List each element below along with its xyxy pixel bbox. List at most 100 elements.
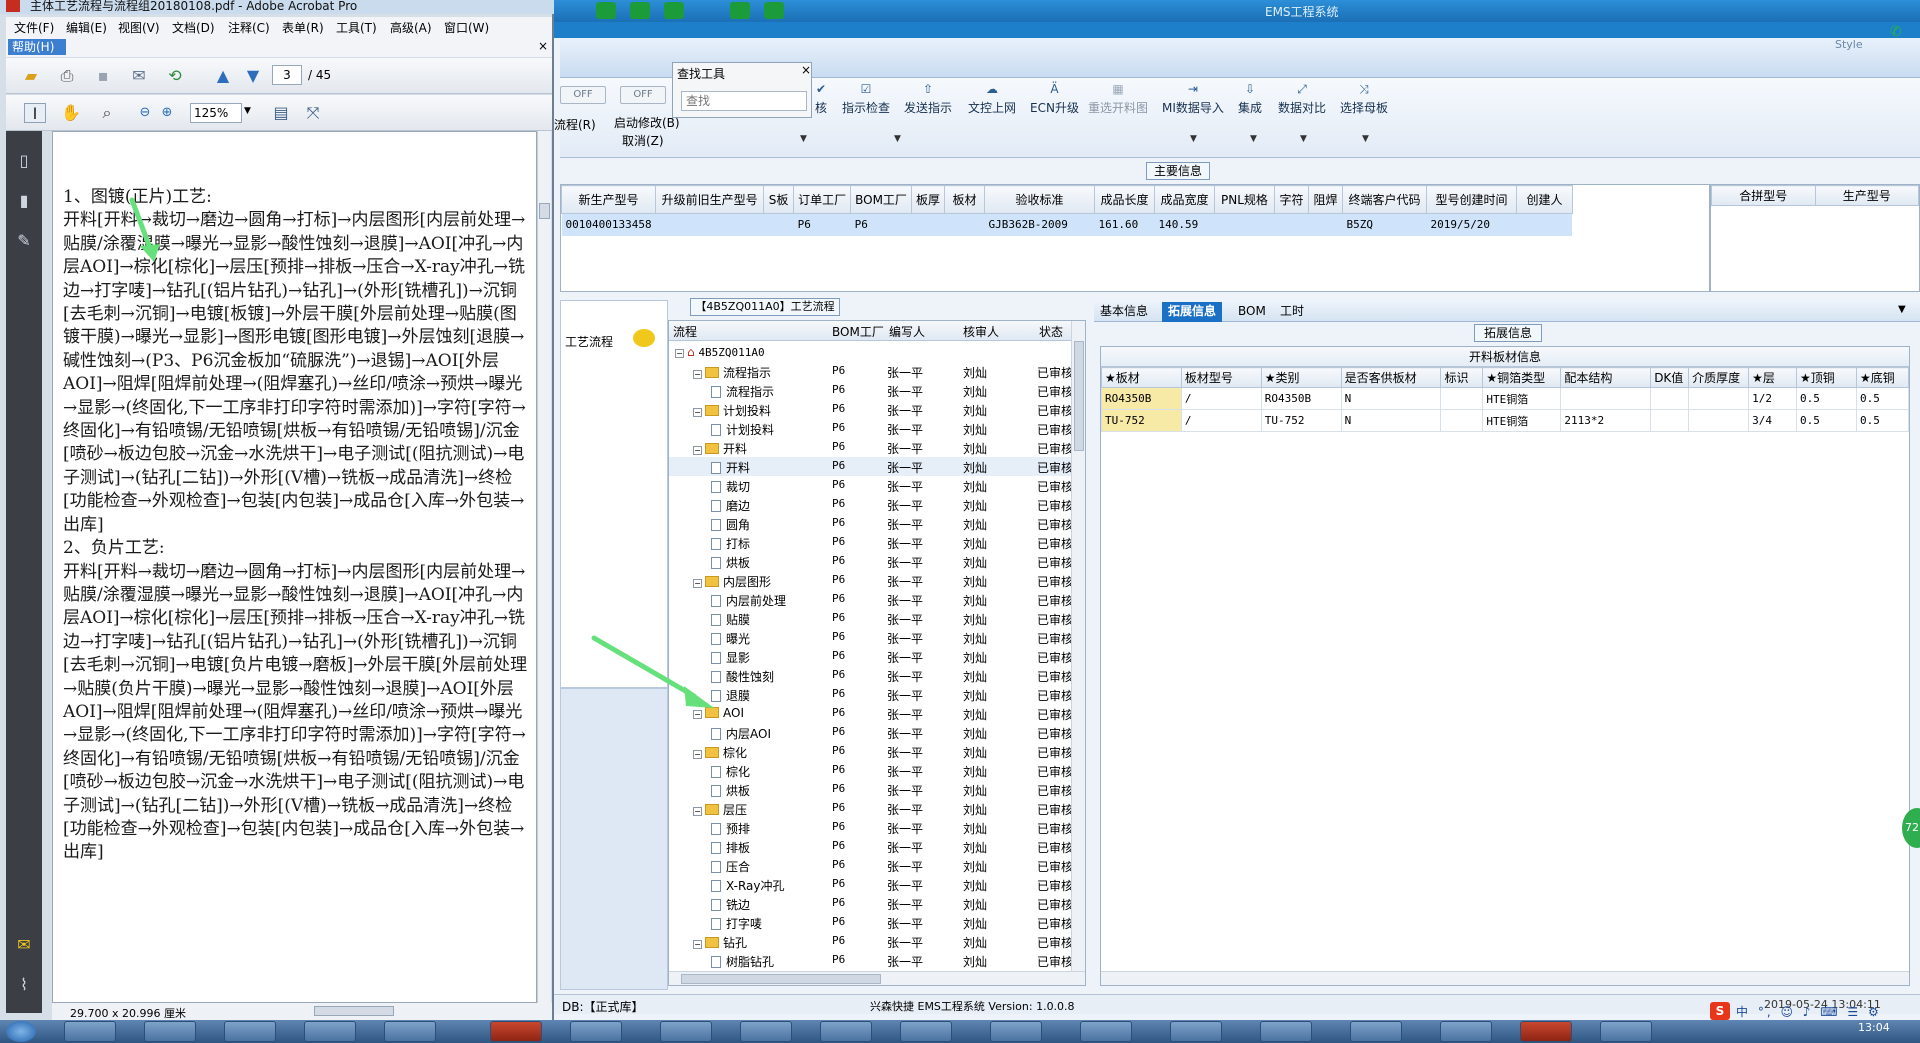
table-cell[interactable]: GJB362B-2009	[984, 213, 1095, 236]
taskbar-item[interactable]	[660, 1021, 712, 1042]
tree-row[interactable]: 内层前处理 P6 张一平 刘灿 已审核	[669, 590, 1073, 609]
tree-row[interactable]: − 开料 P6 张一平 刘灿 已审核	[669, 438, 1073, 457]
sogou-ime-icon[interactable]: S	[1710, 1002, 1730, 1020]
app-icon[interactable]	[764, 2, 784, 19]
column-header[interactable]: 终端客户代码	[1341, 185, 1427, 214]
toolbar-button-select-motherboard[interactable]: ⤨ 选择母板	[1340, 82, 1388, 116]
table-cell[interactable]: RO4350B	[1101, 387, 1182, 410]
chevron-down-icon[interactable]: ▼	[244, 106, 251, 116]
table-cell[interactable]: 0.5	[1796, 409, 1857, 432]
tree-row[interactable]: 内层AOI P6 张一平 刘灿 已审核	[669, 723, 1073, 742]
chevron-down-icon[interactable]: ▼	[1300, 134, 1307, 144]
off-toggle[interactable]: OFF	[620, 86, 666, 104]
flow-menu[interactable]: 流程(R)	[554, 116, 596, 133]
column-header[interactable]: ★板材	[1101, 367, 1182, 388]
tree-horizontal-scrollbar[interactable]	[669, 971, 1085, 985]
menu-document[interactable]: 文档(D)	[172, 19, 215, 36]
toolbar-button-send-instruction[interactable]: ⇧ 发送指示	[904, 82, 952, 116]
column-header[interactable]: 板材	[943, 185, 985, 214]
table-cell[interactable]: 0.5	[1855, 387, 1910, 410]
hand-tool-icon[interactable]: ✋	[60, 103, 82, 123]
tree-row[interactable]: − AOI P6 张一平 刘灿 已审核	[669, 704, 1073, 723]
tab-work-hours[interactable]: 工时	[1274, 302, 1310, 322]
chevron-down-icon[interactable]: ▼	[894, 134, 901, 144]
table-row[interactable]: RO4350B / RO4350B N HTE铜箔 1/2 0.5 0.5	[1101, 387, 1910, 410]
table-cell[interactable]: TU-752	[1101, 409, 1182, 432]
table-row[interactable]: 0010400133458 P6 P6 GJB362B-2009 161.60 140.5…	[561, 213, 1573, 236]
column-header[interactable]: 介质厚度	[1688, 367, 1750, 388]
taskbar-item[interactable]	[1600, 1021, 1652, 1042]
table-cell[interactable]	[1214, 213, 1275, 236]
fit-page-icon[interactable]: ▤	[270, 103, 292, 123]
zoom-in-icon[interactable]: ⊕	[156, 103, 178, 123]
table-cell[interactable]: RO4350B	[1260, 387, 1342, 410]
table-cell[interactable]	[1650, 409, 1690, 432]
tree-row[interactable]: 磨边 P6 张一平 刘灿 已审核	[669, 495, 1073, 514]
taskbar-item[interactable]	[224, 1021, 276, 1042]
table-cell[interactable]	[1274, 213, 1309, 236]
column-header[interactable]: 型号创建时间	[1425, 185, 1517, 214]
chevron-down-icon[interactable]: ▼	[1362, 134, 1369, 144]
tree-row[interactable]: 圆角 P6 张一平 刘灿 已审核	[669, 514, 1073, 533]
menu-view[interactable]: 视图(V)	[118, 19, 160, 36]
taskbar-item[interactable]	[820, 1021, 872, 1042]
tree-row[interactable]: − 钻孔 P6 张一平 刘灿 已审核	[669, 932, 1073, 951]
column-header[interactable]: BOM工厂	[832, 323, 884, 340]
table-cell[interactable]	[911, 213, 945, 236]
column-header[interactable]: 编写人	[889, 323, 925, 340]
taskbar-item[interactable]	[1080, 1021, 1132, 1042]
share-icon[interactable]: ⟲	[164, 66, 186, 86]
start-button[interactable]	[6, 1021, 36, 1042]
find-input[interactable]	[681, 91, 807, 111]
taskbar-item[interactable]	[900, 1021, 952, 1042]
table-cell[interactable]: N	[1340, 387, 1442, 410]
tree-row[interactable]: 流程指示 P6 张一平 刘灿 已审核	[669, 381, 1073, 400]
taskbar-item[interactable]	[304, 1021, 356, 1042]
off-toggle[interactable]: OFF	[560, 86, 606, 104]
app-icon[interactable]	[664, 2, 684, 19]
table-cell[interactable]: 0.5	[1796, 387, 1857, 410]
column-header[interactable]: DK值	[1650, 367, 1690, 388]
ime-tools[interactable]: 中 °, ☺ ♪ ⌨ ☰ ⚙	[1736, 1003, 1882, 1020]
tree-row[interactable]: − ⌂ 4B5ZQ011A0	[669, 343, 1071, 362]
open-folder-icon[interactable]: ▰	[20, 66, 42, 86]
tab-bom[interactable]: BOM	[1232, 302, 1272, 322]
save-icon[interactable]: ▪	[92, 66, 114, 86]
taskbar-item[interactable]	[740, 1021, 792, 1042]
collapse-icon[interactable]: −	[693, 370, 702, 379]
menu-tools[interactable]: 工具(T)	[336, 19, 377, 36]
column-header[interactable]: 成品长度	[1093, 185, 1155, 214]
tree-row[interactable]: 计划投料 P6 张一平 刘灿 已审核	[669, 419, 1073, 438]
taskbar-item[interactable]	[1260, 1021, 1312, 1042]
taskbar-item[interactable]	[570, 1021, 622, 1042]
tree-row[interactable]: 退膜 P6 张一平 刘灿 已审核	[669, 685, 1073, 704]
page-down-icon[interactable]: ▼	[242, 66, 264, 86]
start-modify-menu[interactable]: 启动修改(B)	[614, 114, 680, 131]
column-header[interactable]: 流程	[673, 323, 697, 340]
table-cell[interactable]: 140.59	[1154, 213, 1215, 236]
scroll-thumb[interactable]	[539, 203, 550, 219]
menu-comment[interactable]: 注释(C)	[228, 19, 270, 36]
table-cell[interactable]	[1688, 387, 1750, 410]
collapse-icon[interactable]: −	[693, 579, 702, 588]
column-header[interactable]: 创建人	[1515, 185, 1573, 214]
tab-extended-info[interactable]: 拓展信息	[1162, 302, 1223, 322]
toolbar-button-integrate[interactable]: ⇩ 集成	[1238, 82, 1262, 116]
collapse-icon[interactable]: −	[675, 349, 684, 358]
scroll-thumb[interactable]	[1074, 341, 1084, 451]
phone-icon[interactable]: ✆	[1890, 24, 1908, 40]
column-header[interactable]: 阻焊	[1307, 185, 1343, 214]
column-header[interactable]: ★层	[1748, 367, 1798, 388]
table-cell[interactable]: P6	[850, 213, 912, 236]
email-icon[interactable]: ✉	[128, 66, 150, 86]
attachments-icon[interactable]: ⌇	[14, 975, 34, 995]
print-icon[interactable]: ⎙	[56, 66, 78, 86]
tab-basic-info[interactable]: 基本信息	[1094, 302, 1154, 322]
ext-horizontal-scrollbar[interactable]	[1101, 971, 1909, 985]
table-cell[interactable]	[1440, 387, 1484, 410]
table-cell[interactable]: TU-752	[1260, 409, 1342, 432]
table-cell[interactable]: P6	[793, 213, 851, 236]
tree-row[interactable]: 打标 P6 张一平 刘灿 已审核	[669, 533, 1073, 552]
column-header[interactable]: 生产型号	[1814, 185, 1919, 206]
toolbar-button-reselect-cut-image[interactable]: ▦ 重选开料图	[1088, 82, 1148, 116]
